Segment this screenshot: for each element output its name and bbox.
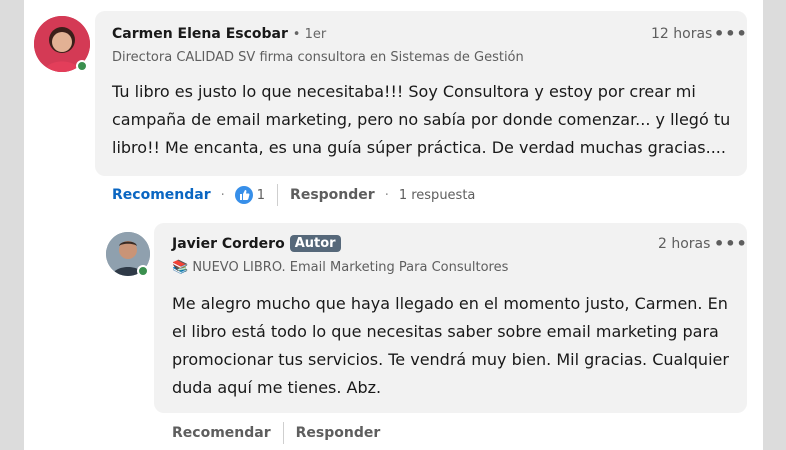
books-icon: 📚: [172, 260, 189, 275]
like-button[interactable]: Recomendar: [172, 425, 271, 441]
reply-author-headline: 📚 NUEVO LIBRO. Email Marketing Para Cons…: [172, 260, 508, 275]
online-status-indicator: [76, 60, 88, 72]
reply-text: Me alegro mucho que haya llegado en el m…: [172, 294, 729, 397]
author-name-text[interactable]: Javier Cordero: [172, 236, 285, 252]
comment-actions: Recomendar · 1 Responder · 1 respuesta: [112, 184, 475, 206]
separator-dot: ·: [220, 187, 225, 203]
comments-panel: Carmen Elena Escobar • 1er Directora CAL…: [24, 0, 763, 450]
comment-timestamp: 12 horas: [651, 26, 713, 42]
comment-author-headline: Directora CALIDAD SV firma consultora en…: [112, 50, 524, 65]
more-options-icon[interactable]: •••: [714, 24, 748, 43]
comment-author-name[interactable]: Carmen Elena Escobar • 1er: [112, 26, 326, 42]
separator-dot: ·: [384, 187, 389, 203]
like-button[interactable]: Recomendar: [112, 187, 211, 203]
reply-author-name[interactable]: Javier Cordero Autor: [172, 235, 341, 253]
comment-text: Tu libro es justo lo que necesitaba!!! S…: [112, 82, 731, 157]
replies-count-link[interactable]: 1 respuesta: [399, 188, 476, 203]
thumbs-up-icon[interactable]: [234, 186, 253, 204]
reply-button[interactable]: Responder: [290, 187, 375, 203]
headline-text: NUEVO LIBRO. Email Marketing Para Consul…: [192, 260, 509, 275]
actions-divider: [277, 184, 279, 206]
author-name-text[interactable]: Carmen Elena Escobar: [112, 26, 288, 42]
reply-actions: Recomendar Responder: [172, 422, 380, 444]
reaction-count[interactable]: 1: [257, 188, 265, 203]
online-status-indicator: [137, 265, 149, 277]
reply-button[interactable]: Responder: [296, 425, 381, 441]
author-badge: Autor: [289, 235, 341, 252]
reply-timestamp: 2 horas: [658, 236, 711, 252]
actions-divider: [282, 422, 284, 444]
more-options-icon[interactable]: •••: [714, 234, 748, 253]
connection-degree: • 1er: [292, 27, 327, 42]
